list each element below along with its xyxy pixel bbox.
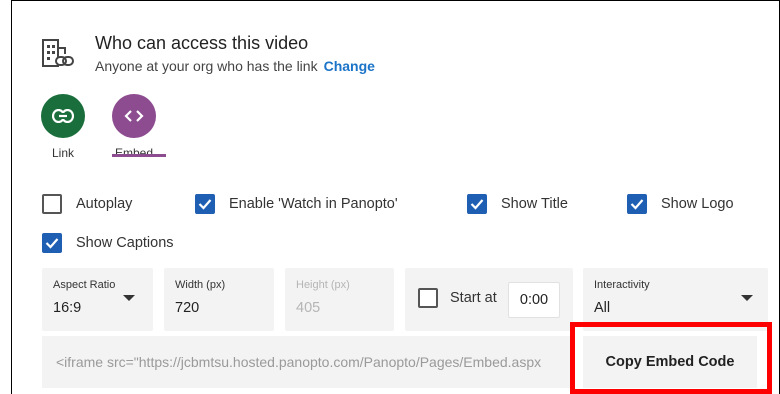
start-at-checkbox[interactable]: [418, 288, 438, 308]
link-mode-button[interactable]: Link: [33, 94, 93, 160]
interactivity-label: Interactivity: [594, 279, 650, 291]
checkmark-icon: [42, 233, 62, 253]
width-value: 720: [175, 300, 200, 316]
start-at-label: Start at: [450, 290, 497, 306]
autoplay-label: Autoplay: [76, 196, 133, 212]
link-mode-label: Link: [51, 146, 74, 160]
show-title-checkbox[interactable]: Show Title: [467, 194, 568, 214]
building-link-icon: [41, 37, 75, 71]
embed-mode-button[interactable]: Embed: [104, 94, 164, 160]
interactivity-value: All: [594, 300, 611, 316]
change-access-link[interactable]: Change: [324, 58, 375, 74]
width-label: Width (px): [175, 279, 226, 291]
embed-mode-label: Embed: [114, 146, 154, 160]
embed-code-field[interactable]: <iframe src="https://jcbmtsu.hosted.pano…: [42, 336, 572, 388]
aspect-ratio-select[interactable]: Aspect Ratio 16:9: [42, 268, 153, 331]
show-captions-checkbox[interactable]: Show Captions: [42, 233, 174, 253]
watch-in-panopto-label: Enable 'Watch in Panopto': [229, 196, 398, 212]
show-logo-label: Show Logo: [661, 196, 734, 212]
autoplay-box: [42, 194, 62, 214]
checkmark-icon: [627, 194, 647, 214]
height-label: Height (px): [296, 279, 350, 291]
aspect-ratio-label: Aspect Ratio: [53, 279, 116, 291]
height-value: 405: [296, 300, 321, 316]
chevron-down-icon: [123, 295, 135, 301]
highlight-box: [570, 322, 772, 394]
access-description-text: Anyone at your org who has the link: [95, 58, 318, 74]
checkmark-icon: [195, 194, 215, 214]
selected-mode-indicator: [112, 154, 166, 157]
show-logo-checkbox[interactable]: Show Logo: [627, 194, 734, 214]
watch-in-panopto-checkbox[interactable]: Enable 'Watch in Panopto': [195, 194, 398, 214]
access-title: Who can access this video: [95, 33, 309, 53]
chevron-down-icon: [741, 295, 753, 301]
aspect-ratio-value: 16:9: [53, 300, 82, 316]
show-captions-label: Show Captions: [76, 235, 174, 251]
start-time-input[interactable]: 0:00: [508, 282, 560, 318]
code-brackets-icon: [112, 94, 156, 138]
link-icon: [41, 94, 85, 138]
show-title-label: Show Title: [501, 196, 568, 212]
checkmark-icon: [467, 194, 487, 214]
width-input[interactable]: Width (px) 720: [164, 268, 274, 331]
access-description: Anyone at your org who has the link Chang…: [95, 58, 375, 74]
height-input: Height (px) 405: [285, 268, 394, 331]
autoplay-checkbox[interactable]: Autoplay: [42, 194, 132, 214]
